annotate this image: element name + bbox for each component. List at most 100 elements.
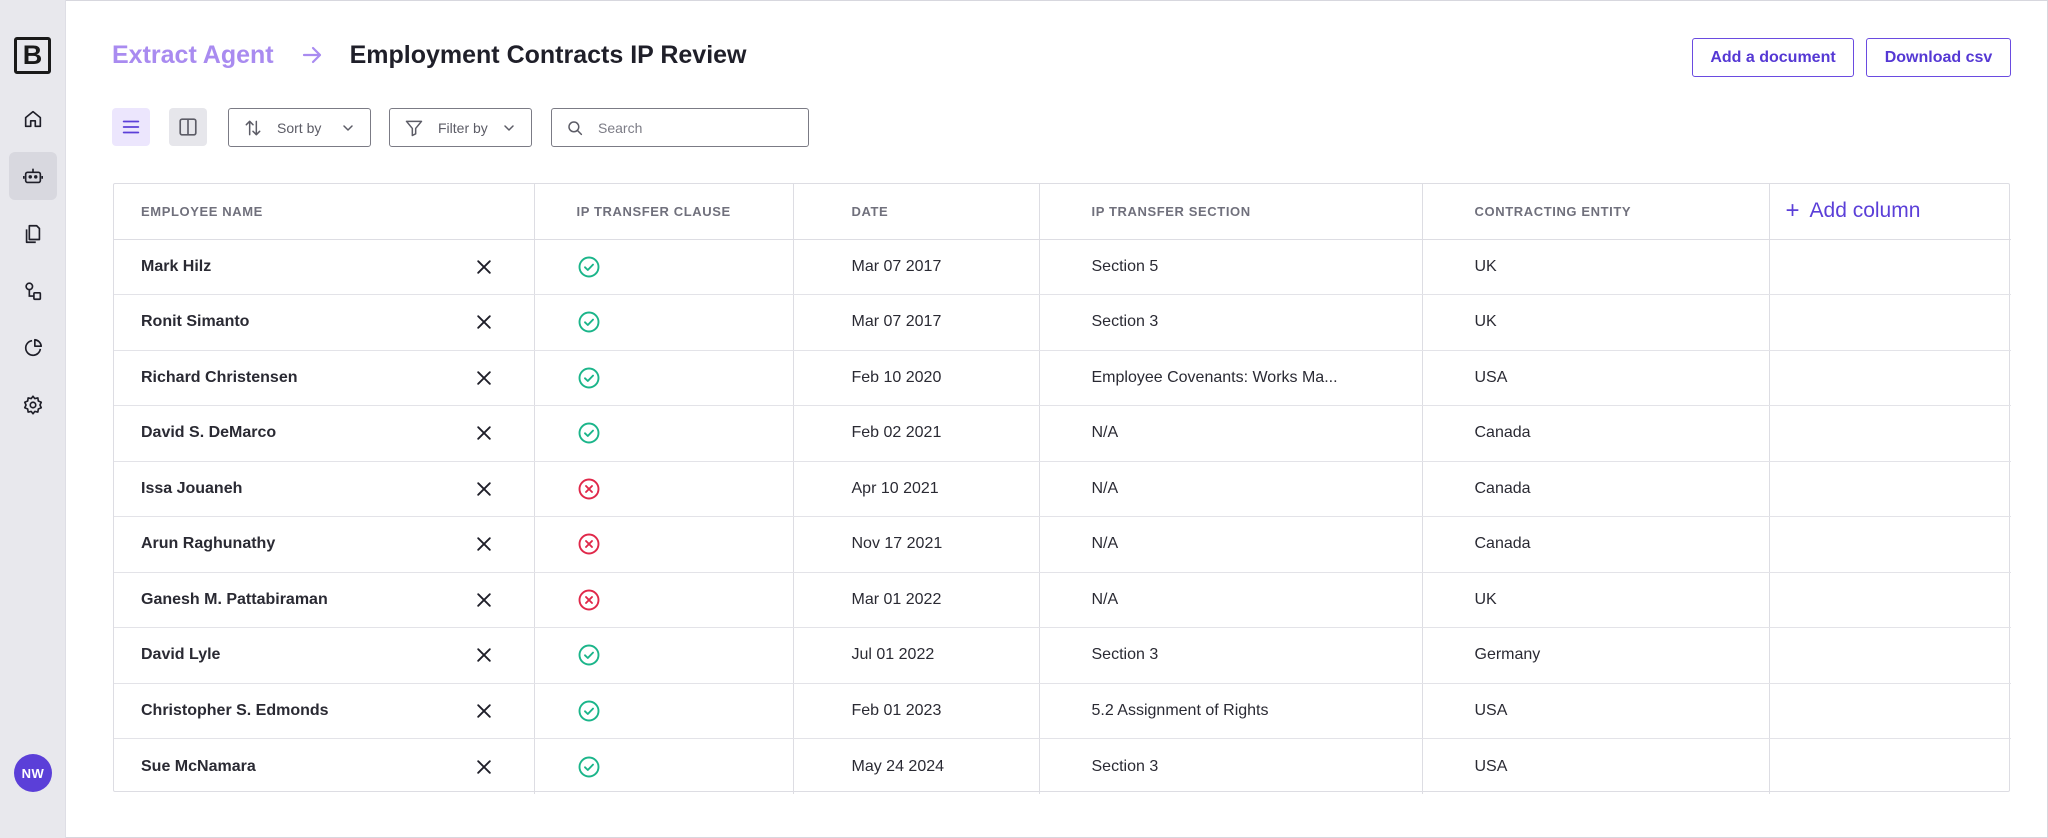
ip-transfer-section-cell: N/A: [1039, 461, 1423, 517]
date-cell: Jul 01 2022: [793, 627, 1040, 684]
check-circle-icon: [578, 311, 599, 333]
employee-name-cell: Issa Jouaneh: [114, 461, 535, 517]
table-row[interactable]: Mark Hilz Mar 07 2017 Section 5 UK: [114, 239, 2011, 295]
download-csv-button[interactable]: Download csv: [1866, 38, 2011, 77]
page-title: Employment Contracts IP Review: [349, 40, 747, 69]
remove-row-button[interactable]: [474, 645, 494, 665]
employee-name-cell: Sue McNamara: [114, 738, 535, 794]
employee-name[interactable]: Christopher S. Edmonds: [141, 702, 329, 720]
sidebar-item-workflows[interactable]: [9, 267, 57, 315]
employee-name[interactable]: David S. DeMarco: [141, 424, 276, 442]
ip-transfer-clause-cell: [534, 461, 794, 517]
employee-name[interactable]: Arun Raghunathy: [141, 535, 275, 553]
employee-name[interactable]: Ronit Simanto: [141, 313, 249, 331]
date-cell: Mar 07 2017: [793, 239, 1040, 295]
table-row[interactable]: Richard Christensen Feb 10 2020 Employee C…: [114, 350, 2011, 406]
contracting-entity-cell: UK: [1422, 239, 1770, 295]
robot-icon: [23, 168, 43, 184]
sidebar-item-home[interactable]: [9, 95, 57, 143]
sort-by-dropdown[interactable]: Sort by: [228, 108, 371, 147]
sidebar-item-documents[interactable]: [9, 210, 57, 258]
remove-row-button[interactable]: [474, 701, 494, 721]
table-row[interactable]: Christopher S. Edmonds Feb 01 2023 5.2 Ass…: [114, 683, 2011, 739]
sidebar-item-analytics[interactable]: [9, 324, 57, 372]
remove-row-button[interactable]: [474, 423, 494, 443]
employee-name[interactable]: Sue McNamara: [141, 758, 256, 776]
add-column-label: Add column: [1809, 199, 1921, 223]
search-input[interactable]: [598, 119, 798, 136]
table-row[interactable]: Sue McNamara May 24 2024 Section 3 USA: [114, 738, 2011, 795]
contracting-entity-cell: Canada: [1422, 516, 1770, 573]
app-logo[interactable]: B: [14, 37, 51, 74]
user-avatar[interactable]: NW: [14, 754, 52, 792]
pie-chart-icon: [24, 338, 43, 357]
gear-icon: [23, 395, 43, 415]
employee-name[interactable]: Issa Jouaneh: [141, 480, 242, 498]
employee-name[interactable]: David Lyle: [141, 646, 220, 664]
split-view-toggle[interactable]: [169, 108, 207, 146]
remove-row-button[interactable]: [474, 479, 494, 499]
arrow-right-icon: [302, 46, 321, 64]
contracting-entity-cell: Canada: [1422, 461, 1770, 517]
table-row[interactable]: David S. DeMarco Feb 02 2021 N/A Canada: [114, 405, 2011, 462]
table-row[interactable]: Ganesh M. Pattabiraman Mar 01 2022 N/A UK: [114, 572, 2011, 628]
remove-row-button[interactable]: [474, 368, 494, 388]
add-column-cell: + Add column: [1769, 184, 2012, 240]
contracting-entity-cell: Canada: [1422, 405, 1770, 462]
column-header-ip-transfer-clause[interactable]: IP TRANSFER CLAUSE: [534, 184, 794, 240]
empty-cell: [1769, 239, 2011, 295]
close-icon: [476, 648, 491, 662]
table-row[interactable]: Ronit Simanto Mar 07 2017 Section 3 UK: [114, 294, 2011, 351]
check-circle-icon: [578, 644, 599, 666]
column-header-employee-name[interactable]: EMPLOYEE NAME: [114, 184, 535, 240]
employee-name[interactable]: Mark Hilz: [141, 258, 211, 276]
contracting-entity-cell: UK: [1422, 572, 1770, 628]
filter-icon: [405, 120, 423, 136]
x-circle-icon: [578, 478, 599, 500]
chevron-down-icon: [504, 124, 514, 131]
empty-cell: [1769, 739, 2011, 795]
add-document-button[interactable]: Add a document: [1692, 38, 1854, 77]
filter-by-dropdown[interactable]: Filter by: [389, 108, 532, 147]
date-cell: Nov 17 2021: [793, 516, 1040, 573]
column-header-contracting-entity[interactable]: CONTRACTING ENTITY: [1422, 184, 1770, 240]
breadcrumb: Extract Agent Employment Contracts IP Re…: [112, 38, 746, 72]
search-icon: [568, 120, 583, 135]
empty-cell: [1769, 461, 2011, 517]
list-view-toggle[interactable]: [112, 108, 150, 146]
column-header-date[interactable]: DATE: [793, 184, 1040, 240]
check-circle-icon: [578, 256, 599, 278]
plus-icon: +: [1785, 197, 1800, 225]
table-row[interactable]: Arun Raghunathy Nov 17 2021 N/A Canada: [114, 516, 2011, 573]
remove-row-button[interactable]: [474, 590, 494, 610]
sidebar-item-agents[interactable]: [9, 152, 57, 200]
date-cell: Mar 07 2017: [793, 294, 1040, 351]
close-icon: [476, 260, 491, 274]
date-cell: May 24 2024: [793, 738, 1040, 794]
remove-row-button[interactable]: [474, 534, 494, 554]
breadcrumb-parent-link[interactable]: Extract Agent: [112, 41, 274, 70]
sidebar: B NW: [0, 0, 66, 838]
contracting-entity-cell: USA: [1422, 683, 1770, 739]
empty-cell: [1769, 405, 2011, 462]
employee-name-cell: Ganesh M. Pattabiraman: [114, 572, 535, 628]
employee-name[interactable]: Richard Christensen: [141, 369, 297, 387]
x-circle-icon: [578, 533, 599, 555]
add-column-button[interactable]: + Add column: [1770, 199, 2012, 223]
employee-name-cell: Richard Christensen: [114, 350, 535, 406]
search-box: [551, 108, 809, 147]
column-header-ip-transfer-section[interactable]: IP TRANSFER SECTION: [1039, 184, 1423, 240]
table-row[interactable]: David Lyle Jul 01 2022 Section 3 Germany: [114, 627, 2011, 684]
close-icon: [476, 759, 491, 774]
employee-name[interactable]: Ganesh M. Pattabiraman: [141, 591, 328, 609]
ip-transfer-section-cell: Section 3: [1039, 738, 1423, 794]
remove-row-button[interactable]: [474, 757, 494, 777]
sidebar-item-settings[interactable]: [9, 381, 57, 429]
ip-transfer-section-cell: 5.2 Assignment of Rights: [1039, 683, 1423, 739]
ip-transfer-section-cell: N/A: [1039, 516, 1423, 573]
ip-transfer-section-cell: N/A: [1039, 572, 1423, 628]
remove-row-button[interactable]: [474, 312, 494, 332]
table-row[interactable]: Issa Jouaneh Apr 10 2021 N/A Canada: [114, 461, 2011, 517]
remove-row-button[interactable]: [474, 257, 494, 277]
close-icon: [476, 537, 491, 551]
